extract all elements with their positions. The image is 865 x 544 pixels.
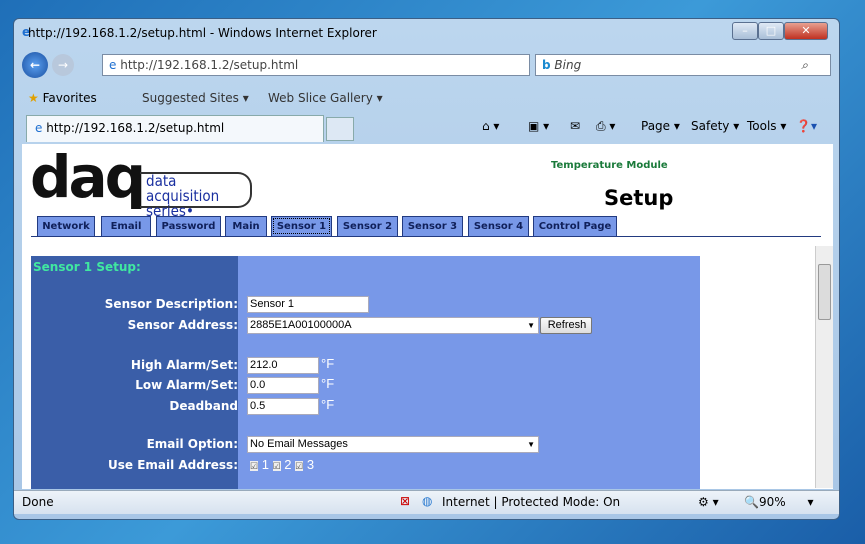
web-slice-gallery[interactable]: Web Slice Gallery ▾: [268, 91, 383, 105]
search-input[interactable]: b Bing ⌕: [535, 54, 831, 76]
email-option-select[interactable]: No Email Messages ▼: [247, 436, 539, 453]
refresh-button[interactable]: Refresh: [540, 317, 592, 334]
zoom-level[interactable]: 🔍90% ▾: [744, 495, 813, 509]
email-checkboxes: ☑ 1 ☑ 2 ☑ 3: [250, 457, 315, 472]
scrollbar-thumb[interactable]: [818, 264, 831, 320]
low-label: Low Alarm/Set:: [135, 378, 238, 392]
status-bar: Done ⊠ ◍ Internet | Protected Mode: On ⚙…: [14, 490, 839, 514]
checkbox-1[interactable]: ☑: [250, 461, 259, 471]
tab-password[interactable]: Password: [156, 216, 221, 236]
use-email-label: Use Email Address:: [107, 458, 238, 472]
address-bar[interactable]: e http://192.168.1.2/setup.html: [102, 54, 530, 76]
print-icon[interactable]: ⎙ ▾: [596, 119, 615, 134]
blocked-icon: ⊠: [400, 494, 411, 508]
new-tab-button[interactable]: [326, 117, 354, 141]
suggested-sites[interactable]: Suggested Sites ▾: [142, 91, 249, 105]
low-alarm-input[interactable]: 0.0: [247, 377, 319, 394]
addr-label: Sensor Address:: [127, 318, 238, 332]
mail-icon[interactable]: ✉: [570, 119, 580, 133]
sensor-address-select[interactable]: 2885E1A00100000A ▼: [247, 317, 539, 334]
tab-sensor-2[interactable]: Sensor 2: [337, 216, 398, 236]
browser-tab[interactable]: e http://192.168.1.2/setup.html: [26, 115, 324, 142]
vertical-scrollbar[interactable]: [815, 246, 833, 488]
window-title: http://192.168.1.2/setup.html - Windows …: [28, 26, 377, 40]
home-icon[interactable]: ⌂ ▾: [482, 119, 499, 133]
search-icon[interactable]: ⌕: [801, 55, 808, 75]
maximize-button[interactable]: □: [758, 22, 784, 40]
tab-sensor-4[interactable]: Sensor 4: [468, 216, 529, 236]
status-text: Done: [22, 495, 54, 509]
feeds-icon[interactable]: ▣ ▾: [528, 119, 549, 133]
section-title: Sensor 1 Setup:: [33, 260, 141, 274]
deadband-label: Deadband: [169, 399, 238, 413]
high-alarm-input[interactable]: 212.0: [247, 357, 319, 374]
tab-sensor-1[interactable]: Sensor 1: [271, 216, 332, 236]
module-name: Temperature Module: [551, 160, 668, 171]
unit-label: °F: [321, 356, 335, 371]
checkbox-2[interactable]: ☑: [272, 461, 281, 471]
page-menu[interactable]: Page ▾: [641, 119, 680, 133]
logo-tagline: data acquisition series•: [140, 172, 252, 219]
forward-button[interactable]: →: [52, 54, 74, 76]
minimize-button[interactable]: –: [732, 22, 758, 40]
close-button[interactable]: ✕: [784, 22, 828, 40]
desc-label: Sensor Description:: [104, 297, 238, 311]
chevron-down-icon: ▼: [527, 321, 535, 330]
tab-control-page[interactable]: Control Page: [533, 216, 617, 236]
globe-icon: ◍: [422, 494, 433, 508]
tools-menu[interactable]: Tools ▾: [747, 119, 786, 133]
chevron-down-icon: ▼: [527, 440, 535, 449]
page-content: daq data acquisition series• Temperature …: [22, 144, 833, 489]
sensor-description-input[interactable]: Sensor 1: [247, 296, 369, 313]
tab-network[interactable]: Network: [37, 216, 95, 236]
divider: [31, 236, 821, 237]
tab-main[interactable]: Main: [225, 216, 267, 236]
favorites-button[interactable]: ★ Favorites: [28, 91, 97, 105]
checkbox-3[interactable]: ☑: [295, 461, 304, 471]
tab-sensor-3[interactable]: Sensor 3: [402, 216, 463, 236]
high-label: High Alarm/Set:: [130, 358, 238, 372]
zone-text: Internet | Protected Mode: On: [442, 495, 621, 509]
sensor-form: Sensor 1 Setup: Sensor Description: Sens…: [31, 256, 700, 489]
back-button[interactable]: ←: [22, 52, 48, 78]
tab-email[interactable]: Email: [101, 216, 151, 236]
email-option-label: Email Option:: [146, 437, 238, 451]
unit-label: °F: [321, 397, 335, 412]
star-icon: ★: [28, 91, 39, 105]
page-title: Setup: [604, 186, 674, 210]
unit-label: °F: [321, 376, 335, 391]
safety-menu[interactable]: Safety ▾: [691, 119, 739, 133]
deadband-input[interactable]: 0.5: [247, 398, 319, 415]
help-icon[interactable]: ❓▾: [796, 119, 817, 133]
logo: daq: [30, 144, 146, 211]
security-icon[interactable]: ⚙ ▾: [698, 495, 719, 509]
